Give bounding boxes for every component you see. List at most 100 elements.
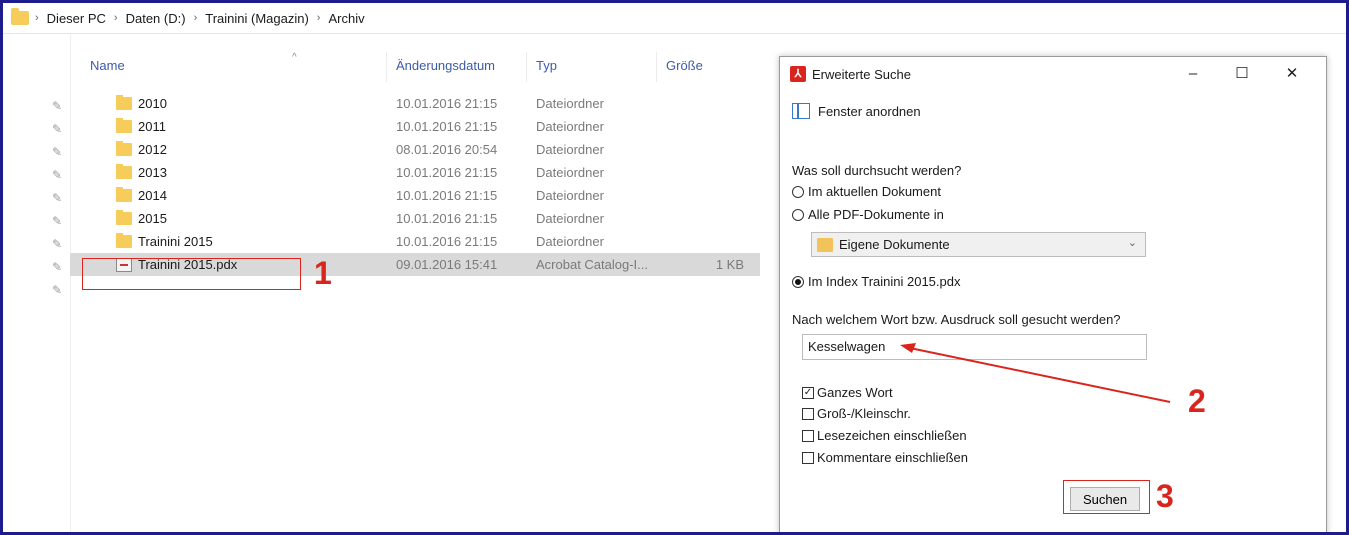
file-type: Dateiordner (536, 142, 604, 157)
file-size: 1 KB (715, 257, 744, 272)
chevron-down-icon[interactable]: ⌄ (1128, 236, 1137, 249)
pin-icon[interactable]: ✎ (52, 191, 66, 205)
chevron-right-icon: › (35, 12, 39, 24)
column-headers: Name ^ Änderungsdatum Typ Größe (70, 52, 770, 82)
checkbox-bookmarks[interactable]: Lesezeichen einschließen (802, 428, 967, 443)
file-name: 2011 (138, 119, 166, 134)
file-date: 10.01.2016 21:15 (396, 165, 498, 180)
file-date: 10.01.2016 21:15 (396, 188, 498, 203)
pin-icon[interactable]: ✎ (52, 168, 66, 182)
file-type: Dateiordner (536, 234, 604, 249)
file-date: 10.01.2016 21:15 (396, 96, 498, 111)
checkbox-comments[interactable]: Kommentare einschließen (802, 450, 968, 465)
file-date: 10.01.2016 21:15 (396, 234, 498, 249)
file-date: 09.01.2016 15:41 (396, 257, 498, 272)
arrange-window-button[interactable]: Fenster anordnen (792, 103, 921, 119)
pin-icon[interactable]: ✎ (52, 145, 66, 159)
folder-icon (11, 8, 29, 25)
breadcrumb-item[interactable]: Dieser PC (47, 11, 106, 26)
file-type: Dateiordner (536, 211, 604, 226)
radio-current-document[interactable]: Im aktuellen Dokument (792, 184, 941, 199)
minimize-icon[interactable]: – (1178, 61, 1208, 87)
file-name: Trainini 2015 (138, 234, 213, 249)
folder-icon (116, 233, 132, 248)
radio-button-selected[interactable] (792, 275, 804, 288)
folder-icon (116, 187, 132, 202)
radio-button[interactable] (792, 185, 804, 198)
address-divider (3, 33, 1346, 34)
folder-icon (116, 210, 132, 225)
chevron-right-icon: › (316, 12, 321, 24)
sort-caret-icon: ^ (292, 52, 297, 63)
annotation-number-3: 3 (1156, 478, 1174, 514)
radio-index[interactable]: Im Index Trainini 2015.pdx (792, 274, 960, 289)
close-icon[interactable]: ✕ (1277, 61, 1307, 87)
column-header-date[interactable]: Änderungsdatum (396, 58, 495, 73)
pin-icon[interactable]: ✎ (52, 122, 66, 136)
column-header-type[interactable]: Typ (536, 58, 557, 73)
file-type: Acrobat Catalog-I... (536, 257, 648, 272)
arrange-label: Fenster anordnen (818, 103, 921, 119)
radio-all-pdfs[interactable]: Alle PDF-Dokumente in (792, 207, 944, 222)
annotation-box-1 (82, 258, 301, 290)
folder-icon (116, 118, 132, 133)
file-row[interactable]: Trainini 2015 10.01.2016 21:15 Dateiordn… (70, 230, 760, 253)
file-row[interactable]: 2013 10.01.2016 21:15 Dateiordner (70, 161, 760, 184)
file-type: Dateiordner (536, 119, 604, 134)
location-select[interactable]: Eigene Dokumente ⌄ (811, 232, 1146, 257)
location-select-value: Eigene Dokumente (839, 237, 950, 252)
maximize-icon[interactable]: ☐ (1227, 61, 1257, 87)
checkbox-label: Lesezeichen einschließen (817, 428, 967, 443)
file-row[interactable]: 2010 10.01.2016 21:15 Dateiordner (70, 92, 760, 115)
chevron-right-icon: › (193, 12, 198, 24)
pin-icon[interactable]: ✎ (52, 214, 66, 228)
file-row[interactable]: 2012 08.01.2016 20:54 Dateiordner (70, 138, 760, 161)
radio-button[interactable] (792, 208, 804, 221)
checkbox-whole-word[interactable]: ✓ Ganzes Wort (802, 385, 893, 400)
checkbox[interactable] (802, 451, 814, 464)
folder-icon (116, 164, 132, 179)
file-date: 10.01.2016 21:15 (396, 211, 498, 226)
checkbox[interactable] (802, 429, 814, 442)
file-type: Dateiordner (536, 165, 604, 180)
file-type: Dateiordner (536, 96, 604, 111)
file-row[interactable]: 2011 10.01.2016 21:15 Dateiordner (70, 115, 760, 138)
pin-icon[interactable]: ✎ (52, 237, 66, 251)
pin-icon[interactable]: ✎ (52, 283, 66, 297)
breadcrumb-item[interactable]: Archiv (328, 11, 364, 26)
checkbox-checked[interactable]: ✓ (802, 386, 814, 399)
file-date: 10.01.2016 21:15 (396, 119, 498, 134)
file-name: 2015 (138, 211, 167, 226)
column-header-name[interactable]: Name (90, 58, 125, 73)
search-term-input[interactable]: Kesselwagen (802, 334, 1147, 360)
file-name: 2010 (138, 96, 167, 111)
breadcrumb-item[interactable]: Trainini (Magazin) (205, 11, 309, 26)
documents-folder-icon (817, 237, 833, 252)
column-separator[interactable] (526, 52, 527, 82)
column-header-size[interactable]: Größe (666, 58, 703, 73)
checkbox-case-sensitive[interactable]: Groß-/Kleinschr. (802, 406, 911, 421)
chevron-right-icon: › (113, 12, 118, 24)
breadcrumb-item[interactable]: Daten (D:) (126, 11, 186, 26)
pin-icon[interactable]: ✎ (52, 260, 66, 274)
folder-icon (116, 95, 132, 110)
radio-label: Im aktuellen Dokument (808, 184, 941, 199)
annotation-number-1: 1 (314, 255, 332, 291)
address-bar[interactable]: › Dieser PC › Daten (D:) › Trainini (Mag… (3, 3, 1346, 33)
file-row[interactable]: 2015 10.01.2016 21:15 Dateiordner (70, 207, 760, 230)
column-separator[interactable] (656, 52, 657, 82)
dialog-titlebar[interactable]: ⅄ Erweiterte Suche (790, 66, 911, 82)
pin-icon[interactable]: ✎ (52, 99, 66, 113)
checkbox-label: Kommentare einschließen (817, 450, 969, 465)
window-layout-icon (792, 103, 810, 119)
file-type: Dateiordner (536, 188, 604, 203)
breadcrumb: › Dieser PC › Daten (D:) › Trainini (Mag… (35, 11, 365, 26)
advanced-search-dialog: ⅄ Erweiterte Suche – ☐ ✕ Fenster anordne… (779, 56, 1327, 535)
annotation-box-3 (1063, 480, 1150, 514)
file-name: 2012 (138, 142, 167, 157)
search-term-label: Nach welchem Wort bzw. Ausdruck soll ges… (792, 312, 1121, 327)
checkbox[interactable] (802, 407, 814, 420)
file-row[interactable]: 2014 10.01.2016 21:15 Dateiordner (70, 184, 760, 207)
radio-label: Im Index Trainini 2015.pdx (808, 274, 961, 289)
column-separator[interactable] (386, 52, 387, 82)
